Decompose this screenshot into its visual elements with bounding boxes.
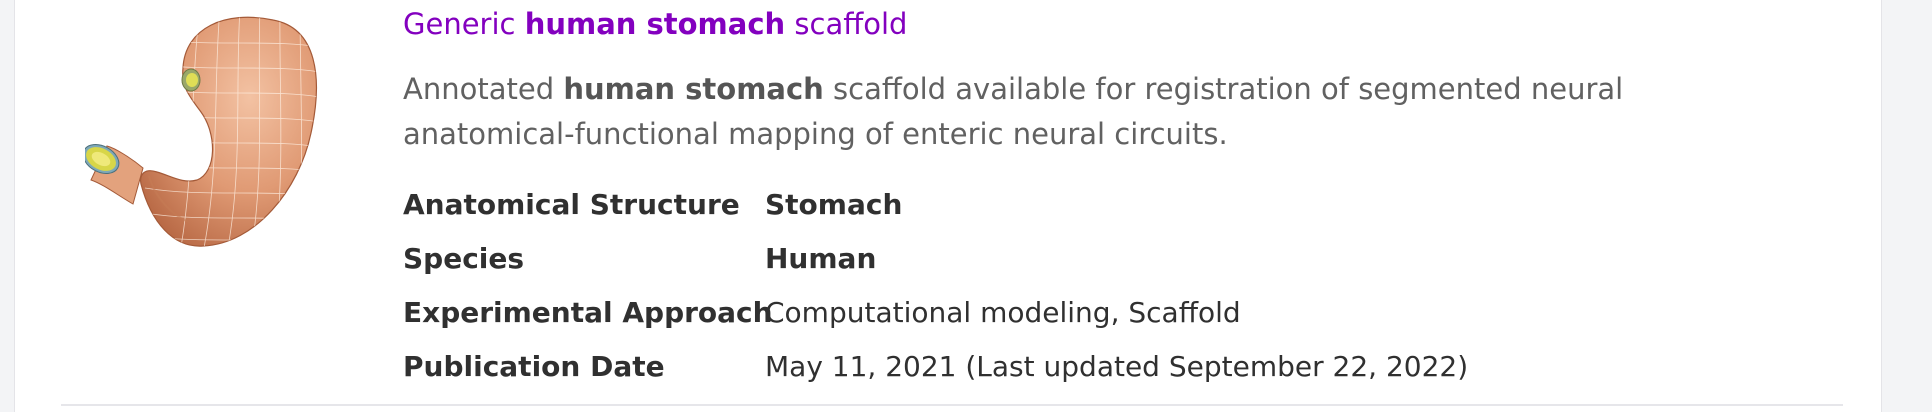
- field-label: Publication Date: [403, 350, 665, 383]
- field-label: Species: [403, 242, 525, 275]
- result-title-link[interactable]: Generic human stomach scaffold: [403, 4, 907, 44]
- field-value: Human: [765, 242, 877, 275]
- result-description: Annotated human stomach scaffold availab…: [403, 67, 1783, 157]
- title-highlight: human stomach: [524, 7, 786, 41]
- stomach-icon: [82, 16, 317, 247]
- title-suffix: scaffold: [785, 7, 908, 41]
- stomach-scaffold-thumbnail[interactable]: [82, 8, 330, 253]
- field-label: Anatomical Structure: [403, 188, 740, 221]
- field-label: Experimental Approach: [403, 296, 773, 329]
- field-value: Stomach: [765, 188, 903, 221]
- field-value: May 11, 2021 (Last updated September 22,…: [765, 350, 1469, 383]
- result-divider: [61, 404, 1843, 406]
- title-prefix: Generic: [403, 7, 525, 41]
- desc-prefix: Annotated: [403, 72, 564, 106]
- desc-highlight: human stomach: [563, 72, 824, 106]
- field-value: Computational modeling, Scaffold: [765, 296, 1241, 329]
- search-result-card: Generic human stomach scaffold Annotated…: [14, 0, 1882, 412]
